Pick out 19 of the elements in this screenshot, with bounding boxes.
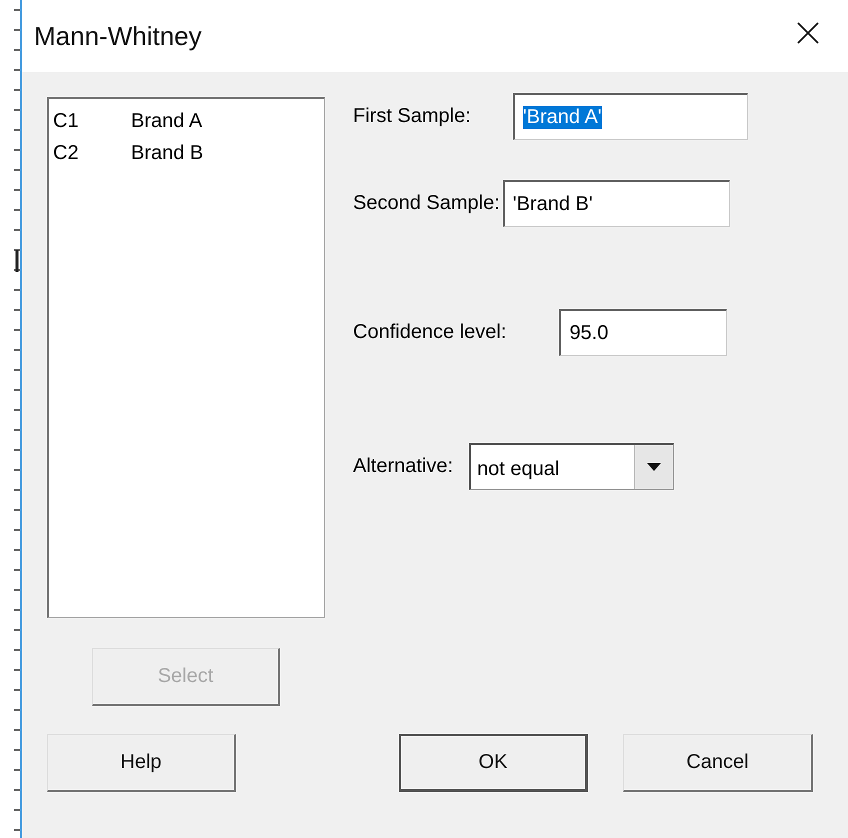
dialog-button[interactable]: Help	[47, 734, 236, 792]
field-label: Confidence level:	[353, 321, 506, 344]
dialog-button[interactable]: Cancel	[623, 734, 813, 792]
column-list[interactable]: C1 Brand A C2 Brand B	[47, 97, 325, 618]
dialog-button[interactable]: OK	[399, 734, 588, 792]
field-label: First Sample:	[353, 105, 471, 128]
input-field[interactable]: 'Brand B'	[502, 180, 730, 227]
input-field[interactable]: 95.0	[559, 309, 728, 356]
close-icon[interactable]	[796, 21, 820, 45]
column-id[interactable]: C2	[53, 142, 131, 164]
column-name[interactable]: Brand B	[131, 142, 204, 164]
caret-icon	[647, 463, 662, 471]
field-label: Second Sample:	[353, 192, 500, 215]
dropdown[interactable]: not equal	[469, 443, 674, 490]
field-label: Alternative:	[353, 455, 454, 478]
window-title: Mann-Whitney	[34, 20, 202, 52]
column-id[interactable]: C1	[53, 110, 131, 132]
input-field[interactable]: 'Brand A'	[512, 93, 748, 140]
column-name[interactable]: Brand A	[131, 110, 202, 132]
